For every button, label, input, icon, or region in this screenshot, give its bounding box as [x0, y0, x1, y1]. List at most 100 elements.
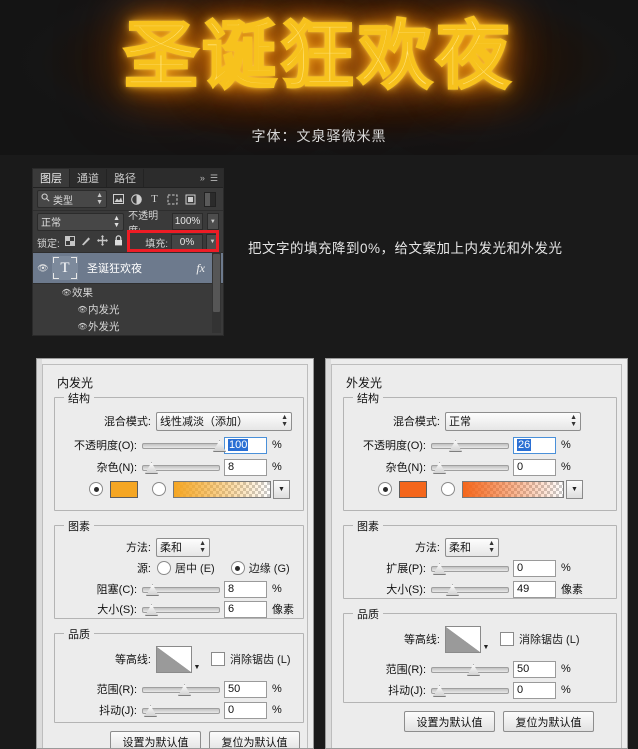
layer-filter-kind-select[interactable]: 类型 ▲ ▼ [37, 190, 107, 208]
outer-technique-select[interactable]: 柔和 ▲ ▼ [445, 537, 499, 557]
outer-spread-input[interactable]: 0 [513, 559, 556, 577]
inner-blend-mode-select[interactable]: 线性减淡（添加） ▲ ▼ [156, 411, 292, 431]
outer-spread-label: 扩展(P): [386, 563, 426, 575]
lock-transparent-pixels-icon[interactable] [64, 235, 75, 249]
inner-opacity-input[interactable]: 100 [224, 436, 267, 454]
type-layer-filter-icon[interactable]: T [148, 193, 161, 206]
effect-row-outer-glow[interactable]: 👁 外发光 [33, 318, 223, 335]
outer-range-input[interactable]: 50 [513, 660, 556, 678]
inner-set-default-button[interactable]: 设置为默认值 [110, 731, 201, 748]
lock-position-icon[interactable] [96, 235, 108, 249]
opacity-chevron-down-icon[interactable]: ▼ [206, 213, 219, 230]
inner-choke-input[interactable]: 8 [224, 580, 267, 598]
outer-color-solid-radio[interactable] [378, 482, 392, 496]
pixel-layer-filter-icon[interactable] [112, 193, 125, 206]
outer-size-input[interactable]: 49 [513, 580, 556, 598]
outer-noise-input[interactable]: 0 [513, 458, 556, 476]
inner-glow-title: 内发光 [57, 376, 94, 390]
outer-contour-preview[interactable] [445, 625, 481, 653]
outer-glow-quality-group: 品质 等高线: ▼ 消除锯齿 (L) 范围(R): 50 % 抖动(J): 0 … [343, 606, 617, 703]
scrollbar-thumb[interactable] [213, 254, 220, 312]
inner-contour-chevron-down-icon[interactable]: ▼ [192, 646, 202, 672]
outer-size-label: 大小(S): [386, 584, 426, 596]
tab-channels[interactable]: 通道 [70, 169, 107, 187]
visibility-eye-icon[interactable]: 👁 [36, 263, 50, 274]
outer-gradient-chevron-down-icon[interactable]: ▼ [566, 479, 583, 499]
shape-layer-filter-icon[interactable] [166, 193, 179, 206]
inner-size-input[interactable]: 6 [224, 600, 267, 618]
fill-value[interactable]: 0% [171, 233, 203, 251]
outer-antialias-checkbox[interactable] [500, 632, 514, 646]
tab-paths[interactable]: 路径 [107, 169, 144, 187]
outer-glow-color-swatch[interactable] [399, 480, 427, 498]
outer-glow-dialog-body: 外发光 结构 混合模式: 正常 ▲ ▼ 不透明度(O): 26 % 杂色(N):… [331, 364, 622, 748]
inner-range-unit: % [272, 683, 282, 695]
inner-range-input[interactable]: 50 [224, 680, 267, 698]
filter-toggle-switch[interactable] [204, 191, 216, 207]
visibility-eye-icon[interactable]: 👁 [77, 322, 88, 331]
layer-list-scrollbar[interactable] [212, 252, 221, 333]
layer-fx-badge[interactable]: fx [196, 261, 205, 276]
visibility-eye-icon[interactable]: 👁 [77, 305, 88, 314]
outer-opacity-input[interactable]: 26 [513, 436, 556, 454]
inner-contour-preview[interactable] [156, 645, 192, 673]
panel-menu-icon[interactable]: ☰ [210, 173, 218, 184]
inner-opacity-slider[interactable] [142, 439, 226, 452]
outer-noise-slider[interactable] [431, 461, 509, 474]
inner-color-solid-radio[interactable] [89, 482, 103, 496]
opacity-value[interactable]: 100% [172, 213, 203, 230]
outer-opacity-slider[interactable] [431, 439, 509, 452]
outer-glow-gradient-preview[interactable] [462, 480, 564, 498]
inner-opacity-label: 不透明度(O): [74, 440, 137, 452]
inner-jitter-input[interactable]: 0 [224, 701, 267, 719]
effect-label-outer-glow: 外发光 [88, 321, 120, 333]
effect-row-inner-glow[interactable]: 👁 内发光 [33, 301, 223, 318]
visibility-eye-icon[interactable]: 👁 [61, 288, 72, 297]
outer-jitter-slider[interactable] [431, 684, 509, 697]
blend-mode-select[interactable]: 正常 ▲ ▼ [37, 212, 125, 231]
outer-glow-title: 外发光 [346, 376, 383, 390]
smart-object-filter-icon[interactable] [184, 193, 197, 206]
outer-reset-default-button[interactable]: 复位为默认值 [503, 711, 594, 732]
inner-reset-default-button[interactable]: 复位为默认值 [209, 731, 300, 748]
outer-size-slider[interactable] [431, 583, 509, 596]
inner-source-center-radio[interactable] [157, 561, 171, 575]
inner-jitter-label: 抖动(J): [99, 705, 137, 717]
fill-chevron-down-icon[interactable]: ▼ [206, 233, 219, 251]
fill-label: 填充: [145, 238, 168, 250]
adjustment-layer-filter-icon[interactable] [130, 193, 143, 206]
inner-size-slider[interactable] [142, 603, 220, 616]
inner-glow-color-swatch[interactable] [110, 480, 138, 498]
outer-jitter-input[interactable]: 0 [513, 681, 556, 699]
blend-mode-value: 正常 [41, 218, 61, 229]
lock-image-pixels-icon[interactable] [81, 236, 91, 249]
inner-range-slider[interactable] [142, 683, 220, 696]
inner-glow-structure-group: 结构 混合模式: 线性减淡（添加） ▲ ▼ 不透明度(O): 100 % 杂色(… [54, 390, 304, 511]
tab-layers[interactable]: 图层 [33, 169, 70, 187]
outer-set-default-button[interactable]: 设置为默认值 [404, 711, 495, 732]
inner-antialias-label: 消除锯齿 (L) [230, 654, 291, 666]
outer-contour-chevron-down-icon[interactable]: ▼ [481, 626, 491, 652]
lock-all-icon[interactable] [114, 235, 123, 249]
collapse-panel-icon[interactable]: » [200, 173, 205, 183]
inner-technique-select[interactable]: 柔和 ▲ ▼ [156, 537, 210, 557]
inner-source-edge-radio[interactable] [230, 561, 245, 575]
effects-group-row[interactable]: 👁 效果 [33, 284, 223, 301]
inner-contour-label: 等高线: [114, 654, 151, 666]
inner-noise-slider[interactable] [142, 461, 220, 474]
inner-blend-mode-label: 混合模式: [103, 416, 151, 428]
inner-noise-input[interactable]: 8 [224, 458, 267, 476]
inner-glow-gradient-preview[interactable] [173, 480, 271, 498]
inner-choke-slider[interactable] [142, 583, 220, 596]
inner-jitter-slider[interactable] [142, 704, 220, 717]
inner-antialias-checkbox[interactable] [211, 652, 225, 666]
inner-gradient-chevron-down-icon[interactable]: ▼ [273, 479, 290, 499]
layer-row-text[interactable]: 👁 T 圣诞狂欢夜 fx [33, 252, 223, 284]
outer-glow-structure-label: 结构 [353, 390, 383, 406]
inner-color-gradient-radio[interactable] [152, 482, 166, 496]
outer-glow-dialog: 外发光 结构 混合模式: 正常 ▲ ▼ 不透明度(O): 26 % 杂色(N):… [325, 358, 628, 749]
outer-spread-slider[interactable] [431, 562, 509, 575]
outer-blend-mode-select[interactable]: 正常 ▲ ▼ [445, 411, 581, 431]
outer-range-slider[interactable] [431, 663, 509, 676]
outer-color-gradient-radio[interactable] [441, 482, 455, 496]
